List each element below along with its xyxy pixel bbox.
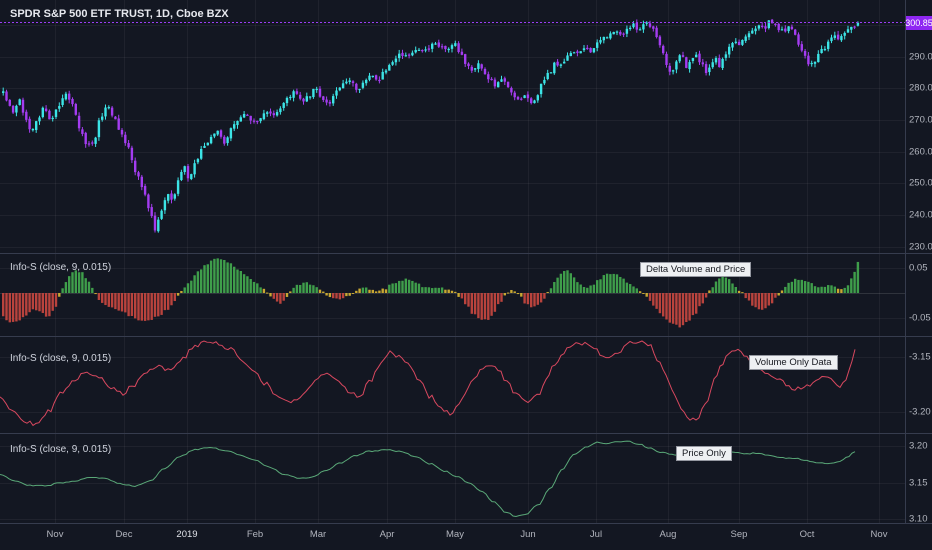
indicator-axis-tick: -3.20 (909, 406, 931, 418)
price-axis-tick: 240.00 (909, 209, 932, 221)
time-axis-tick: May (446, 529, 464, 540)
indicator-label-delta[interactable]: Info-S (close, 9, 0.015) (10, 262, 111, 273)
price-axis-tick: 280.00 (909, 82, 932, 94)
symbol-title[interactable]: SPDR S&P 500 ETF TRUST, 1D, Cboe BZX (10, 8, 229, 20)
indicator-axis-tick: -0.05 (909, 312, 931, 324)
indicator-axis-tick: 0.05 (909, 262, 928, 274)
price-axis-tick: 230.00 (909, 241, 932, 253)
indicator-axis-tick: 3.15 (909, 477, 928, 489)
price-axis-tick: 290.00 (909, 51, 932, 63)
indicator-axis-tick: 3.10 (909, 513, 928, 525)
time-axis-tick: Dec (115, 529, 133, 540)
time-axis-tick: Aug (659, 529, 677, 540)
time-axis-tick: Mar (309, 529, 327, 540)
last-price-badge: 300.85 (905, 16, 932, 30)
time-axis-tick: Oct (799, 529, 815, 540)
tag-delta-volume-and-price[interactable]: Delta Volume and Price (640, 262, 752, 277)
indicator-label-volume[interactable]: Info-S (close, 9, 0.015) (10, 353, 111, 364)
tag-price-only[interactable]: Price Only (676, 446, 732, 461)
indicator-axis-tick: 3.20 (909, 440, 928, 452)
chart-window: SPDR S&P 500 ETF TRUST, 1D, Cboe BZX Inf… (0, 0, 932, 550)
indicator-label-price[interactable]: Info-S (close, 9, 0.015) (10, 444, 111, 455)
tag-volume-only-data[interactable]: Volume Only Data (749, 355, 838, 370)
price-axis-tick: 260.00 (909, 146, 932, 158)
time-axis-tick: Jun (520, 529, 536, 540)
time-axis-tick: Nov (870, 529, 888, 540)
time-axis-tick: 2019 (176, 529, 198, 540)
price-axis-tick: 250.00 (909, 177, 932, 189)
price-axis-tick: 270.00 (909, 114, 932, 126)
chart-canvas[interactable] (0, 0, 932, 550)
time-scale[interactable] (0, 523, 932, 550)
time-axis-tick: Feb (246, 529, 264, 540)
time-axis-tick: Nov (46, 529, 64, 540)
time-axis-tick: Sep (730, 529, 748, 540)
time-axis-tick: Apr (379, 529, 395, 540)
time-axis-tick: Jul (589, 529, 603, 540)
indicator-axis-tick: -3.15 (909, 351, 931, 363)
